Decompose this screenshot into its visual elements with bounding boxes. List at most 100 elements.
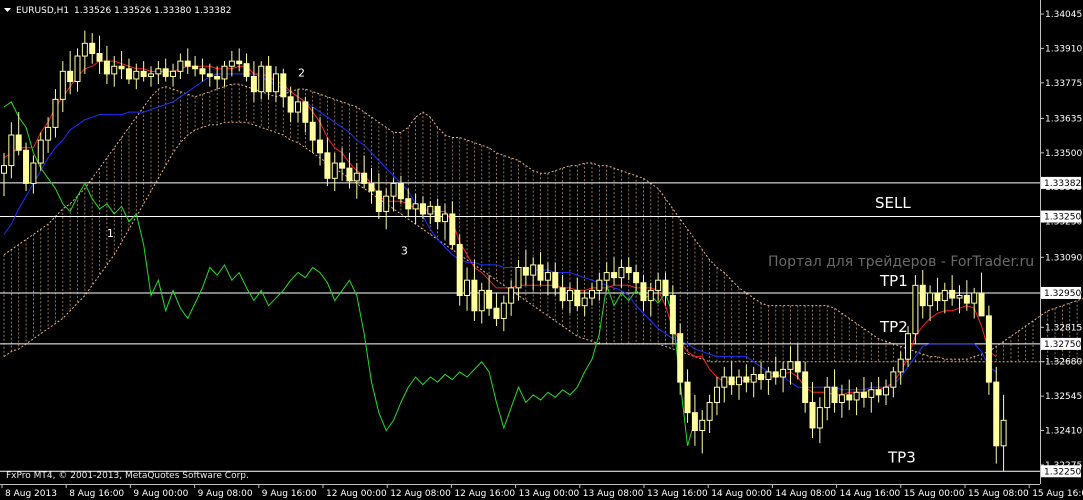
candle-body [500, 302, 507, 319]
candle-body [956, 294, 963, 299]
level-label: TP2 [879, 318, 908, 336]
candle-body [816, 407, 823, 429]
candle-body [603, 272, 610, 281]
candle-body [633, 272, 640, 284]
candle-body [794, 361, 801, 373]
candle-body [449, 213, 456, 246]
time-tick-label: 14 Aug 08:00 [775, 489, 836, 499]
candle-body [89, 42, 96, 54]
time-tick-label: 15 Aug 00:00 [904, 489, 965, 499]
candle-body [23, 149, 30, 184]
time-tick-label: 9 Aug 00:00 [133, 489, 188, 499]
candle-body [361, 172, 368, 184]
candle-body [397, 182, 404, 200]
candle-body [375, 190, 382, 212]
candle-body [713, 386, 720, 403]
candle-body [596, 279, 603, 291]
ohlc-values: 1.33526 1.33526 1.33380 1.33382 [74, 6, 231, 16]
candle-body [883, 386, 889, 396]
candle-body [493, 307, 500, 319]
price-tick-label: 1.32545 [1045, 392, 1082, 402]
candle-body [74, 55, 81, 83]
candle-body [625, 266, 632, 274]
candle-body [897, 358, 904, 373]
chart-window[interactable]: SELL TP1 TP2 TP3 1 2 3 1.34045 1.33910 1.33775 1… [0, 0, 1083, 500]
candle-body [390, 182, 397, 197]
candle-body [30, 162, 37, 184]
candle-body [258, 65, 265, 93]
candle-body [45, 126, 52, 141]
wave-label: 2 [298, 66, 305, 79]
candle-body [552, 272, 559, 289]
candle-body [647, 289, 654, 302]
candle-body [669, 294, 676, 335]
time-tick-label: 9 Aug 08:00 [198, 489, 253, 499]
candle-body [8, 134, 15, 167]
candle-body [522, 266, 529, 276]
candle-body [677, 333, 684, 383]
candle-body [824, 386, 831, 409]
candle-body [515, 266, 522, 289]
watermark: Портал для трейдеров - ForTrader.ru [768, 254, 1034, 270]
price-tick-label: 1.33910 [1045, 44, 1082, 54]
candle-body [611, 272, 618, 279]
level-label: SELL [875, 194, 911, 212]
candle-body [743, 376, 750, 383]
candle-body [662, 279, 669, 296]
time-tick-label: 13 Aug 08:00 [583, 489, 644, 499]
price-chart[interactable]: SELL TP1 TP2 TP3 1 2 3 1.34045 1.33910 1.33775 1… [0, 0, 1083, 500]
candle-body [162, 68, 169, 77]
candle-body [941, 289, 948, 302]
candle-body [250, 75, 257, 93]
candle-body [868, 389, 875, 398]
price-tick-label: 1.33500 [1045, 149, 1082, 159]
level-label: TP3 [887, 448, 916, 466]
candle-body [52, 98, 59, 128]
candle-body [927, 292, 934, 307]
candle-body [199, 68, 206, 75]
price-tick-label: 1.34045 [1045, 10, 1082, 20]
price-tick-label: 1.33635 [1045, 114, 1082, 124]
candle-body [118, 65, 125, 70]
copyright: FxPro MT4, © 2001-2013, MetaQuotes Softw… [6, 471, 249, 481]
level-price-tag-label: 1.32750 [1044, 340, 1081, 350]
candle-body [537, 264, 544, 281]
candle-body [860, 391, 867, 398]
candle-body [530, 264, 537, 276]
candle-body [427, 205, 434, 215]
candle-body [412, 203, 419, 210]
candle-body [765, 371, 772, 381]
candle-body [221, 65, 228, 80]
time-tick-label: 14 Aug 16:00 [840, 489, 901, 499]
candle-body [772, 371, 779, 378]
candle-body [272, 73, 279, 93]
candle-body [140, 70, 147, 77]
candle-body [59, 70, 66, 100]
wave-label: 3 [401, 245, 408, 258]
candle-body [434, 205, 441, 223]
candle-body [287, 96, 294, 113]
candle-body [111, 65, 118, 75]
candle-body [581, 297, 588, 307]
candle-body [919, 284, 926, 307]
candle-body [802, 371, 809, 403]
level-label: TP1 [879, 272, 908, 290]
candle-body [471, 279, 478, 312]
candle-body [486, 289, 493, 309]
candle-body [133, 70, 140, 80]
candle-body [618, 266, 625, 279]
candle-body [478, 289, 485, 312]
candle-body [846, 394, 853, 401]
candle-body [125, 68, 132, 80]
candle-body [758, 373, 765, 381]
candle-body [721, 376, 728, 388]
candle-body [971, 292, 978, 304]
candle-body [589, 289, 595, 299]
candle-body [419, 203, 426, 215]
candle-body [1, 165, 7, 174]
candle-body [442, 213, 448, 223]
wave-label: 1 [107, 227, 114, 240]
candle-body [228, 60, 235, 67]
candle-body [103, 60, 110, 75]
candle-body [574, 289, 581, 307]
